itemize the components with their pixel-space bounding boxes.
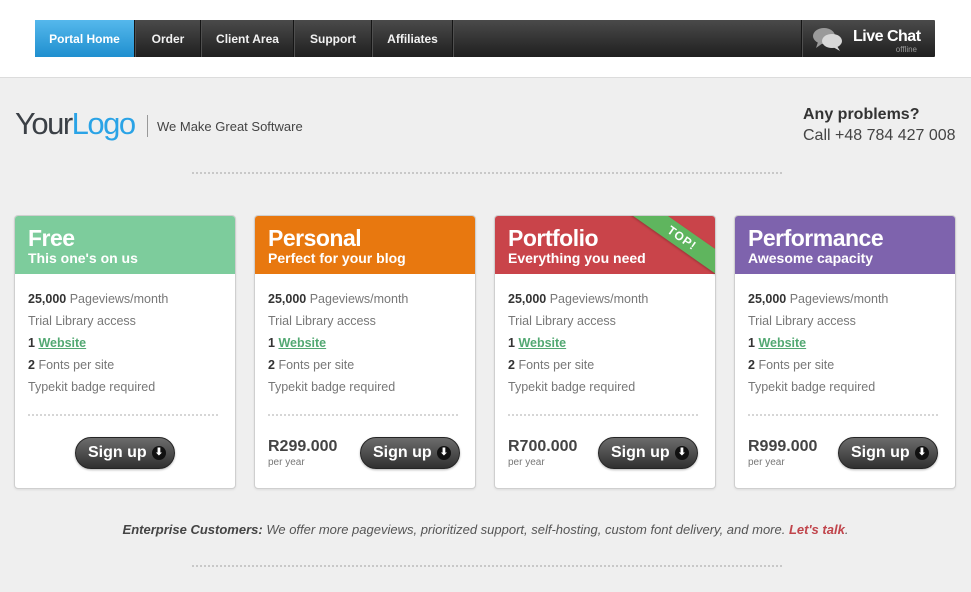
arrow-down-circle-icon: ⬇ bbox=[675, 446, 689, 460]
feature-library: Trial Library access bbox=[268, 314, 376, 328]
card-divider bbox=[268, 414, 458, 416]
live-chat-status: offline bbox=[895, 45, 917, 54]
top-navigation: Portal Home Order Client Area Support Af… bbox=[35, 20, 935, 57]
lets-talk-link[interactable]: Let's talk bbox=[789, 522, 845, 537]
card-divider bbox=[508, 414, 698, 416]
feature-fonts: 2 Fonts per site bbox=[268, 358, 355, 372]
feature-library: Trial Library access bbox=[508, 314, 616, 328]
feature-pageviews: 25,000 Pageviews/month bbox=[508, 292, 649, 306]
plan-name: Performance bbox=[748, 225, 884, 251]
price-period: per year bbox=[508, 457, 545, 468]
signup-button[interactable]: Sign up ⬇ bbox=[838, 437, 938, 469]
feature-website: 1 Website bbox=[748, 336, 807, 350]
plan-card-portfolio: Portfolio Everything you need TOP! 25,00… bbox=[494, 215, 716, 489]
nav-affiliates[interactable]: Affiliates bbox=[373, 20, 453, 57]
plan-subtitle: Everything you need bbox=[508, 250, 646, 266]
plan-price: R999.000 bbox=[748, 438, 818, 455]
plan-price: R299.000 bbox=[268, 438, 338, 455]
feature-pageviews: 25,000 Pageviews/month bbox=[268, 292, 409, 306]
arrow-down-circle-icon: ⬇ bbox=[437, 446, 451, 460]
chat-bubbles-icon bbox=[813, 28, 842, 51]
plan-subtitle: Awesome capacity bbox=[748, 250, 874, 266]
divider-top bbox=[192, 172, 782, 174]
nav-support[interactable]: Support bbox=[295, 20, 372, 57]
logo-text-your: Your bbox=[15, 106, 73, 141]
plan-card-personal: Personal Perfect for your blog 25,000 Pa… bbox=[254, 215, 476, 489]
website-link[interactable]: Website bbox=[758, 336, 806, 350]
plan-name: Free bbox=[28, 225, 75, 251]
feature-fonts: 2 Fonts per site bbox=[508, 358, 595, 372]
plan-subtitle: This one's on us bbox=[28, 250, 138, 266]
enterprise-text: We offer more pageviews, prioritized sup… bbox=[262, 522, 789, 537]
feature-list: 25,000 Pageviews/month Trial Library acc… bbox=[268, 291, 408, 401]
feature-badge: Typekit badge required bbox=[28, 380, 156, 394]
contact-heading: Any problems? bbox=[803, 106, 920, 123]
signup-button[interactable]: Sign up ⬇ bbox=[598, 437, 698, 469]
site-logo[interactable]: YourLogo bbox=[15, 106, 136, 142]
feature-website: 1 Website bbox=[28, 336, 87, 350]
plan-card-performance: Performance Awesome capacity 25,000 Page… bbox=[734, 215, 956, 489]
website-link[interactable]: Website bbox=[278, 336, 326, 350]
card-divider bbox=[748, 414, 938, 416]
enterprise-note: Enterprise Customers: We offer more page… bbox=[122, 522, 849, 537]
price-period: per year bbox=[748, 457, 785, 468]
feature-badge: Typekit badge required bbox=[508, 380, 636, 394]
feature-library: Trial Library access bbox=[28, 314, 136, 328]
plan-price: R700.000 bbox=[508, 438, 578, 455]
feature-library: Trial Library access bbox=[748, 314, 856, 328]
site-tagline: We Make Great Software bbox=[157, 119, 303, 134]
signup-button[interactable]: Sign up ⬇ bbox=[75, 437, 175, 469]
arrow-down-circle-icon: ⬇ bbox=[152, 446, 166, 460]
plan-header: Free This one's on us bbox=[15, 216, 235, 274]
website-link[interactable]: Website bbox=[38, 336, 86, 350]
card-divider bbox=[28, 414, 218, 416]
feature-website: 1 Website bbox=[268, 336, 327, 350]
enterprise-lead: Enterprise Customers: bbox=[122, 522, 263, 537]
arrow-down-circle-icon: ⬇ bbox=[915, 446, 929, 460]
plan-card-free: Free This one's on us 25,000 Pageviews/m… bbox=[14, 215, 236, 489]
feature-list: 25,000 Pageviews/month Trial Library acc… bbox=[508, 291, 648, 401]
plan-header: Personal Perfect for your blog bbox=[255, 216, 475, 274]
plan-name: Personal bbox=[268, 225, 362, 251]
website-link[interactable]: Website bbox=[518, 336, 566, 350]
signup-button[interactable]: Sign up ⬇ bbox=[360, 437, 460, 469]
nav-order[interactable]: Order bbox=[136, 20, 201, 57]
price-period: per year bbox=[268, 457, 305, 468]
contact-phone: Call +48 784 427 008 bbox=[803, 127, 956, 144]
feature-badge: Typekit badge required bbox=[268, 380, 396, 394]
live-chat-title: Live Chat bbox=[853, 28, 921, 45]
feature-pageviews: 25,000 Pageviews/month bbox=[748, 292, 889, 306]
plan-subtitle: Perfect for your blog bbox=[268, 250, 406, 266]
plan-header: Portfolio Everything you need TOP! bbox=[495, 216, 715, 278]
feature-website: 1 Website bbox=[508, 336, 567, 350]
tagline-divider bbox=[147, 115, 148, 137]
top-ribbon: TOP! bbox=[631, 216, 715, 278]
feature-list: 25,000 Pageviews/month Trial Library acc… bbox=[748, 291, 888, 401]
feature-list: 25,000 Pageviews/month Trial Library acc… bbox=[28, 291, 168, 401]
feature-pageviews: 25,000 Pageviews/month bbox=[28, 292, 169, 306]
logo-text-logo: Logo bbox=[71, 106, 136, 141]
feature-fonts: 2 Fonts per site bbox=[748, 358, 835, 372]
divider-bottom bbox=[192, 565, 782, 567]
plan-header: Performance Awesome capacity bbox=[735, 216, 955, 274]
plan-name: Portfolio bbox=[508, 225, 599, 251]
nav-portal-home[interactable]: Portal Home bbox=[35, 20, 135, 57]
feature-fonts: 2 Fonts per site bbox=[28, 358, 115, 372]
feature-badge: Typekit badge required bbox=[748, 380, 876, 394]
live-chat-button[interactable]: Live Chat offline bbox=[801, 20, 935, 57]
nav-client-area[interactable]: Client Area bbox=[202, 20, 294, 57]
